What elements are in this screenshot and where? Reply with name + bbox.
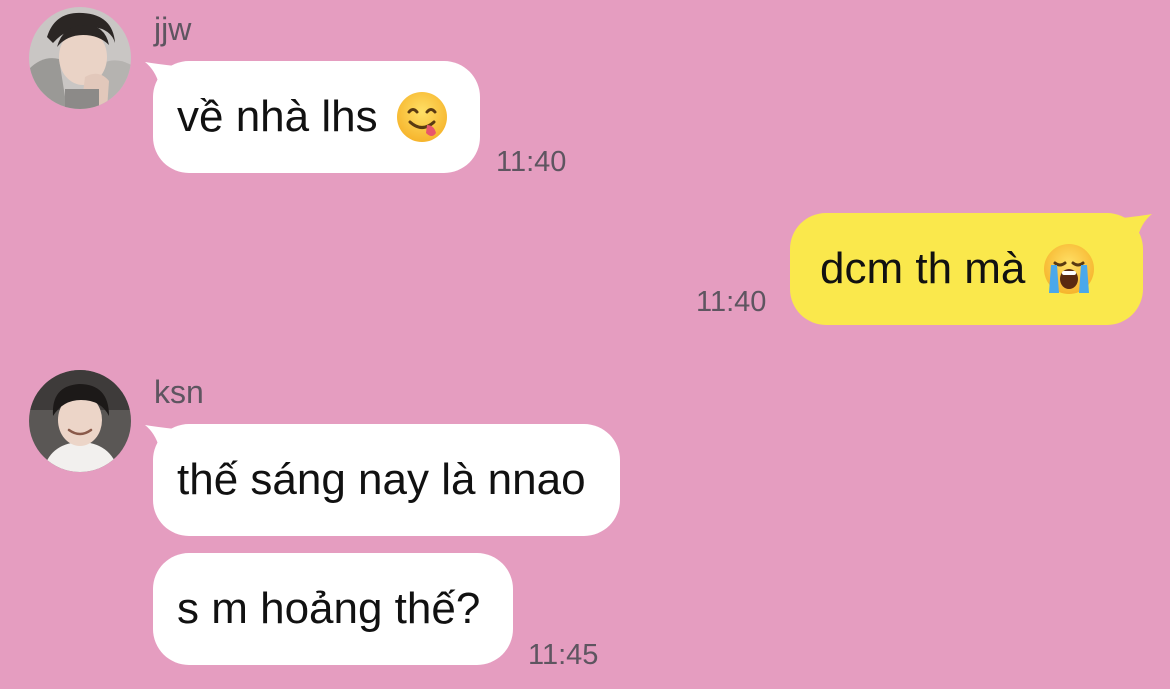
loudly-crying-face-emoji — [1043, 243, 1095, 295]
message-text: thế sáng nay là nnao — [177, 455, 586, 504]
message-text: s m hoảng thế? — [177, 584, 481, 633]
avatar-jjw[interactable] — [29, 7, 131, 109]
message-text: dcm th mà — [820, 244, 1026, 293]
message-bubble[interactable]: về nhà lhs — [153, 61, 480, 173]
sender-name-jjw: jjw — [154, 11, 192, 47]
sender-name-ksn: ksn — [154, 374, 204, 410]
face-savoring-food-emoji — [396, 91, 448, 143]
message-bubble[interactable]: dcm th mà — [790, 213, 1143, 325]
avatar-ksn[interactable] — [29, 370, 131, 472]
message-time: 11:40 — [496, 146, 567, 178]
message-time: 11:40 — [696, 286, 767, 318]
message-text: về nhà lhs — [177, 92, 378, 141]
message-time: 11:45 — [528, 639, 599, 671]
message-bubble[interactable]: s m hoảng thế? — [153, 553, 513, 665]
message-bubble[interactable]: thế sáng nay là nnao — [153, 424, 620, 536]
